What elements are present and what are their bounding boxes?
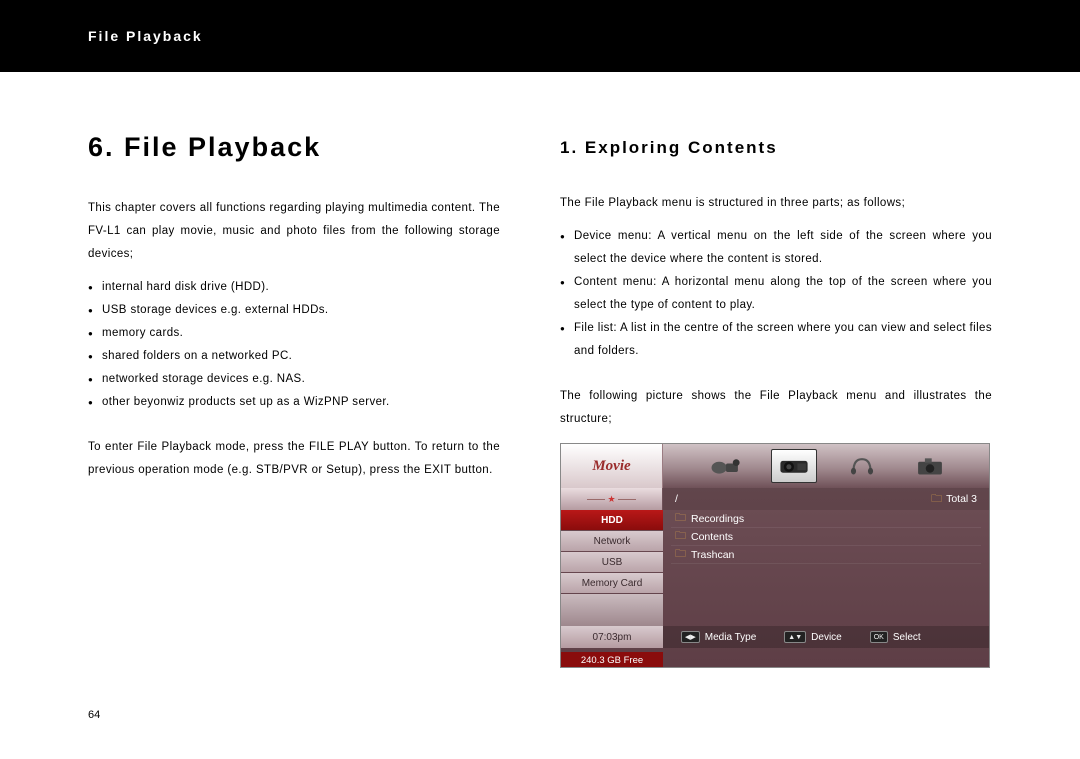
file-row[interactable]: 🗀 Recordings bbox=[671, 510, 981, 528]
hint-device: ▲▼ Device bbox=[784, 631, 841, 643]
after-text: To enter File Playback mode, press the F… bbox=[88, 436, 500, 482]
page-number: 64 bbox=[88, 709, 100, 721]
total-count: 🗀 Total 3 bbox=[931, 490, 989, 509]
tab-photo-camera[interactable] bbox=[907, 449, 953, 483]
content-tabs bbox=[663, 444, 989, 488]
camera-lens-icon bbox=[777, 454, 811, 478]
page-header: File Playback bbox=[0, 0, 1080, 72]
ui-top-strip: Movie bbox=[561, 444, 989, 488]
sidebar-spacer bbox=[561, 594, 663, 626]
decor-line bbox=[618, 499, 636, 500]
hint-label: Device bbox=[811, 632, 842, 643]
folder-icon: 🗀 bbox=[675, 545, 686, 564]
folder-icon: 🗀 bbox=[675, 509, 686, 528]
file-name: Trashcan bbox=[691, 549, 734, 561]
ui-hints: ◀▶ Media Type ▲▼ Device OK Select bbox=[663, 631, 989, 643]
sidebar-item-memorycard[interactable]: Memory Card bbox=[561, 573, 663, 593]
list-item: internal hard disk drive (HDD). bbox=[88, 276, 500, 299]
ui-bottom-bar: 07:03pm ◀▶ Media Type ▲▼ Device OK Selec bbox=[561, 626, 989, 648]
headphones-icon bbox=[845, 454, 879, 478]
tab-headphones[interactable] bbox=[839, 449, 885, 483]
decor-line bbox=[587, 499, 605, 500]
hint-key-leftright: ◀▶ bbox=[681, 631, 700, 643]
list-item: Content menu: A horizontal menu along th… bbox=[560, 271, 992, 317]
list-item: File list: A list in the centre of the s… bbox=[560, 317, 992, 363]
ui-bottom-wrap: 07:03pm ◀▶ Media Type ▲▼ Device OK Selec bbox=[561, 626, 989, 668]
right-column: 1. Exploring Contents The File Playback … bbox=[540, 132, 1080, 668]
ui-time: 07:03pm bbox=[561, 626, 663, 648]
parts-list: Device menu: A vertical menu on the left… bbox=[560, 225, 992, 363]
right-after: The following picture shows the File Pla… bbox=[560, 385, 992, 431]
hint-key-updown: ▲▼ bbox=[784, 631, 806, 643]
intro-text: This chapter covers all functions regard… bbox=[88, 197, 500, 266]
device-sidebar: HDD Network USB Memory Card bbox=[561, 510, 663, 626]
ui-path-row: ★ / 🗀 Total 3 bbox=[561, 488, 989, 510]
file-row[interactable]: 🗀 Trashcan bbox=[671, 546, 981, 564]
ui-category-box: Movie bbox=[561, 444, 663, 488]
file-row[interactable]: 🗀 Contents bbox=[671, 528, 981, 546]
list-item: Device menu: A vertical menu on the left… bbox=[560, 225, 992, 271]
hint-label: Select bbox=[893, 632, 921, 643]
ui-star-box: ★ bbox=[561, 488, 663, 510]
sidebar-item-hdd[interactable]: HDD bbox=[561, 510, 663, 530]
left-column: 6. File Playback This chapter covers all… bbox=[0, 132, 540, 668]
list-item: other beyonwiz products set up as a WizP… bbox=[88, 391, 500, 414]
ui-main: HDD Network USB Memory Card 🗀 Recordings… bbox=[561, 510, 989, 626]
photo-camera-icon bbox=[913, 454, 947, 478]
folder-icon: 🗀 bbox=[931, 490, 942, 509]
device-ui-screenshot: Movie bbox=[560, 443, 990, 668]
folder-icon: 🗀 bbox=[675, 527, 686, 546]
camcorder-icon bbox=[709, 454, 743, 478]
hint-label: Media Type bbox=[705, 632, 757, 643]
hint-select: OK Select bbox=[870, 631, 921, 643]
section-title: 1. Exploring Contents bbox=[560, 138, 992, 158]
tab-camera-lens[interactable] bbox=[771, 449, 817, 483]
current-path: / bbox=[663, 493, 931, 505]
storage-list: internal hard disk drive (HDD). USB stor… bbox=[88, 276, 500, 414]
total-label: Total 3 bbox=[946, 493, 977, 505]
star-icon: ★ bbox=[607, 494, 615, 505]
chapter-title: 6. File Playback bbox=[88, 132, 500, 163]
list-item: networked storage devices e.g. NAS. bbox=[88, 368, 500, 391]
page-body: 6. File Playback This chapter covers all… bbox=[0, 72, 1080, 668]
hint-key-ok: OK bbox=[870, 631, 888, 643]
file-name: Recordings bbox=[691, 513, 744, 525]
list-item: USB storage devices e.g. external HDDs. bbox=[88, 299, 500, 322]
list-item: memory cards. bbox=[88, 322, 500, 345]
list-item: shared folders on a networked PC. bbox=[88, 345, 500, 368]
free-space: 240.3 GB Free bbox=[561, 652, 663, 668]
right-intro: The File Playback menu is structured in … bbox=[560, 192, 992, 215]
file-list: 🗀 Recordings 🗀 Contents 🗀 Trashcan bbox=[663, 510, 989, 626]
hint-mediatype: ◀▶ Media Type bbox=[681, 631, 756, 643]
sidebar-item-usb[interactable]: USB bbox=[561, 552, 663, 572]
tab-camcorder[interactable] bbox=[703, 449, 749, 483]
file-name: Contents bbox=[691, 531, 733, 543]
sidebar-item-network[interactable]: Network bbox=[561, 531, 663, 551]
header-title: File Playback bbox=[88, 28, 203, 44]
movie-label: Movie bbox=[592, 458, 630, 475]
